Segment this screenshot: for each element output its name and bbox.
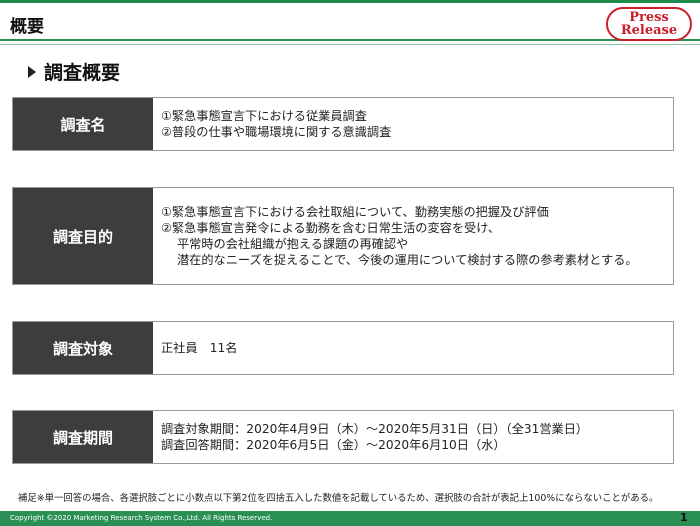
arrow-right-icon <box>28 65 36 78</box>
page-title: 概要 <box>10 17 44 37</box>
section-heading: 調査概要 <box>28 58 120 85</box>
footer-bar: Copyright ©2020 Marketing Research Syste… <box>0 511 700 526</box>
row-line: 調査対象期間：2020年4月9日（木）～2020年5月31日（日）（全31営業日… <box>161 422 589 436</box>
row-line: 潜在的なニーズを捉えることで、今後の運用について検討する際の参考素材とする。 <box>177 253 638 267</box>
row-line: 正社員 11名 <box>161 341 238 355</box>
press-release-badge: Press Release <box>606 7 692 41</box>
section-title: 調査概要 <box>44 62 121 84</box>
row-label: 調査期間 <box>13 411 153 463</box>
copyright-text: Copyright ©2020 Marketing Research Syste… <box>10 514 273 522</box>
row-line: 平常時の会社組織が抱える課題の再確認や <box>177 237 409 251</box>
page-number: 1 <box>680 511 688 524</box>
row-label: 調査目的 <box>13 188 153 284</box>
row-line: ②緊急事態宣言発令による勤務を含む日常生活の変容を受け、 <box>161 221 501 235</box>
row-content: 正社員 11名 <box>153 322 673 374</box>
row-line: ①緊急事態宣言下における会社取組について、勤務実態の把握及び評価 <box>161 205 549 219</box>
info-row-survey-period: 調査期間 調査対象期間：2020年4月9日（木）～2020年5月31日（日）（全… <box>12 410 674 464</box>
row-content: 調査対象期間：2020年4月9日（木）～2020年5月31日（日）（全31営業日… <box>153 411 673 463</box>
header-divider-thin <box>0 44 700 45</box>
top-accent-bar <box>0 0 700 3</box>
badge-line-release: Release <box>620 23 678 38</box>
header-divider <box>0 39 700 41</box>
info-row-survey-name: 調査名 ①緊急事態宣言下における従業員調査 ②普段の仕事や職場環境に関する意識調… <box>12 97 674 151</box>
row-line: ②普段の仕事や職場環境に関する意識調査 <box>161 125 392 139</box>
row-line: ①緊急事態宣言下における従業員調査 <box>161 109 367 123</box>
footnote: 補足※単一回答の場合、各選択肢ごとに小数点以下第2位を四捨五入した数値を記載して… <box>18 493 659 504</box>
row-content: ①緊急事態宣言下における従業員調査 ②普段の仕事や職場環境に関する意識調査 <box>153 98 673 150</box>
row-label: 調査名 <box>13 98 153 150</box>
info-row-survey-target: 調査対象 正社員 11名 <box>12 321 674 375</box>
row-line: 調査回答期間：2020年6月5日（金）～2020年6月10日（水） <box>161 438 506 452</box>
info-row-survey-purpose: 調査目的 ①緊急事態宣言下における会社取組について、勤務実態の把握及び評価 ②緊… <box>12 187 674 285</box>
row-content: ①緊急事態宣言下における会社取組について、勤務実態の把握及び評価 ②緊急事態宣言… <box>153 188 673 284</box>
row-label: 調査対象 <box>13 322 153 374</box>
